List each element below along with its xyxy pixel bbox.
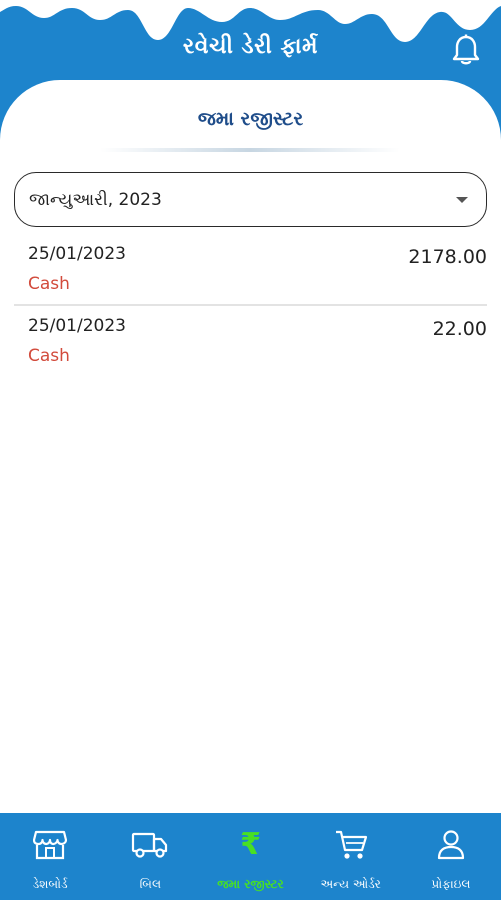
page-title: જમા રજીસ્ટર bbox=[197, 108, 304, 130]
nav-item-bill[interactable]: બિલ bbox=[100, 813, 200, 900]
entry-payment-mode: Cash bbox=[28, 346, 70, 366]
month-select[interactable]: જાન્યુઆરી, 2023 bbox=[14, 172, 487, 227]
list-divider bbox=[14, 304, 487, 306]
nav-label: બિલ bbox=[139, 877, 162, 891]
nav-label: અન્ય ઓર્ડર bbox=[320, 877, 381, 891]
rupee-icon: ₹ bbox=[240, 827, 261, 862]
truck-icon bbox=[132, 832, 168, 858]
title-divider bbox=[100, 148, 400, 152]
nav-label: જમા રજીસ્ટર bbox=[217, 877, 284, 891]
entry-date: 25/01/2023 bbox=[28, 316, 126, 336]
entry-amount: 22.00 bbox=[432, 318, 487, 340]
profile-icon bbox=[437, 830, 465, 860]
nav-item-profile[interactable]: પ્રોફાઇલ bbox=[401, 813, 501, 900]
nav-item-dashboard[interactable]: ડેશબોર્ડ bbox=[0, 813, 100, 900]
app-title: રવેચી ડેરી ફાર્મ bbox=[182, 34, 319, 59]
entry-payment-mode: Cash bbox=[28, 274, 70, 294]
bell-icon bbox=[452, 34, 480, 65]
store-icon bbox=[33, 830, 68, 860]
nav-item-deposit-register[interactable]: ₹ જમા રજીસ્ટર bbox=[200, 813, 300, 900]
entry-date: 25/01/2023 bbox=[28, 244, 126, 264]
month-select-value: જાન્યુઆરી, 2023 bbox=[29, 189, 162, 210]
entry-amount: 2178.00 bbox=[408, 246, 487, 268]
list-item[interactable]: 25/01/2023 Cash 22.00 bbox=[14, 316, 487, 386]
nav-label: ડેશબોર્ડ bbox=[32, 877, 68, 891]
notification-button[interactable] bbox=[449, 32, 483, 68]
chevron-down-icon bbox=[456, 196, 468, 203]
cart-icon bbox=[335, 830, 367, 859]
bottom-navigation: ડેશબોર્ડ બિલ ₹ જમા રજીસ્ટર અન્ય ઓર્ડર પ્… bbox=[0, 813, 501, 900]
nav-label: પ્રોફાઇલ bbox=[431, 877, 471, 891]
nav-item-other-orders[interactable]: અન્ય ઓર્ડર bbox=[301, 813, 401, 900]
